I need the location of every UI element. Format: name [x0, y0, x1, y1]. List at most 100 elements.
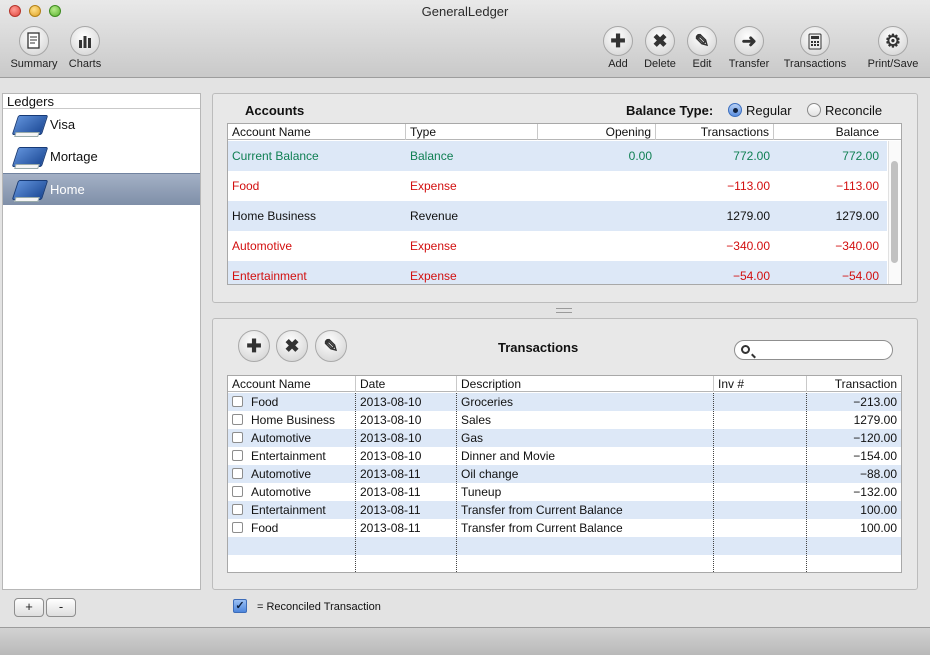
add-transaction-button[interactable]: ✚	[238, 330, 270, 362]
transaction-account-label: Home Business	[251, 413, 336, 427]
add-ledger-button[interactable]: +	[14, 598, 44, 617]
transaction-account-label: Entertainment	[251, 449, 326, 463]
transaction-row[interactable]: Automotive 2013-08-10 Gas −120.00	[228, 429, 901, 447]
account-cell-name: Current Balance	[232, 149, 319, 163]
add-button[interactable]: ✚ Add	[600, 26, 636, 76]
col-account-name[interactable]: Account Name	[228, 376, 356, 392]
charts-label: Charts	[68, 58, 102, 70]
transaction-row[interactable]: Automotive 2013-08-11 Oil change −88.00	[228, 465, 901, 483]
transaction-cell-inv	[714, 447, 807, 465]
reconciled-checkbox[interactable]	[232, 414, 243, 425]
reconciled-checkbox[interactable]	[232, 432, 243, 443]
balance-type-reconcile[interactable]: Reconcile	[807, 103, 882, 118]
transaction-cell-amount: 1279.00	[853, 413, 897, 427]
account-cell-opening	[538, 171, 656, 201]
transaction-cell-amount: −213.00	[853, 395, 897, 409]
account-cell-type: Revenue	[410, 209, 459, 223]
transactions-button[interactable]: Transactions	[780, 26, 850, 76]
sidebar-item-mortage[interactable]: Mortage	[3, 141, 200, 173]
accounts-table[interactable]: Account Name Type Opening Transactions B…	[227, 123, 902, 285]
transaction-cell-account: Entertainment	[228, 447, 356, 465]
col-date[interactable]: Date	[356, 376, 457, 392]
gear-icon: ⚙	[878, 26, 908, 56]
account-cell-balance: 772.00	[842, 149, 879, 163]
transaction-cell-account: Automotive	[228, 483, 356, 501]
transaction-row[interactable]: Entertainment 2013-08-11 Transfer from Cur…	[228, 501, 901, 519]
transaction-row[interactable]: Automotive 2013-08-11 Tuneup −132.00	[228, 483, 901, 501]
transfer-icon: ➜	[734, 26, 764, 56]
remove-ledger-button[interactable]: -	[46, 598, 76, 617]
delete-label: Delete	[644, 58, 676, 70]
edit-label: Edit	[692, 58, 712, 70]
account-cell-type: Expense	[410, 269, 457, 283]
print-save-button[interactable]: ⚙ Print/Save	[864, 26, 922, 76]
account-cell-opening	[538, 201, 656, 231]
account-cell-balance: −340.00	[835, 239, 879, 253]
account-cell-transactions: 772.00	[733, 149, 770, 163]
account-row[interactable]: Automotive Expense −340.00 −340.00	[228, 231, 887, 261]
account-row[interactable]: Current Balance Balance 0.00 772.00 772.00	[228, 141, 887, 171]
account-row[interactable]: Home Business Revenue 1279.00 1279.00	[228, 201, 887, 231]
account-cell-transactions: −340.00	[726, 239, 770, 253]
account-cell-type: Expense	[410, 239, 457, 253]
account-cell-transactions: 1279.00	[726, 209, 770, 223]
delete-transaction-button[interactable]: ✖	[276, 330, 308, 362]
transaction-cell-amount: −154.00	[853, 449, 897, 463]
edit-transaction-button[interactable]: ✎	[315, 330, 347, 362]
account-row[interactable]: Food Expense −113.00 −113.00	[228, 171, 887, 201]
reconciled-checkbox[interactable]	[232, 396, 243, 407]
transactions-search-field[interactable]	[734, 340, 893, 360]
account-cell-name: Home Business	[232, 209, 317, 223]
accounts-table-header: Account Name Type Opening Transactions B…	[228, 124, 901, 140]
transaction-cell-description: Transfer from Current Balance	[461, 521, 623, 535]
reconciled-checkbox[interactable]	[232, 468, 243, 479]
delete-button[interactable]: ✖ Delete	[640, 26, 680, 76]
col-inv-number[interactable]: Inv #	[714, 376, 807, 392]
transaction-account-label: Automotive	[251, 467, 312, 481]
transfer-button[interactable]: ➜ Transfer	[725, 26, 773, 76]
col-balance[interactable]: Balance	[774, 124, 883, 140]
transaction-row[interactable]: Home Business 2013-08-10 Sales 1279.00	[228, 411, 901, 429]
reconciled-checkbox-icon: ✓	[233, 599, 247, 613]
col-transactions[interactable]: Transactions	[656, 124, 774, 140]
transaction-cell-inv	[714, 519, 807, 537]
reconciled-checkbox[interactable]	[232, 504, 243, 515]
edit-icon: ✎	[323, 335, 339, 356]
sidebar-item-visa[interactable]: Visa	[3, 109, 200, 141]
edit-button[interactable]: ✎ Edit	[685, 26, 719, 76]
transaction-account-label: Entertainment	[251, 503, 326, 517]
balance-type-regular[interactable]: Regular	[728, 103, 792, 118]
col-opening[interactable]: Opening	[538, 124, 656, 140]
transaction-row[interactable]: Food 2013-08-11 Transfer from Current Bala…	[228, 519, 901, 537]
accounts-scroll-thumb[interactable]	[891, 161, 898, 263]
transaction-account-label: Automotive	[251, 485, 312, 499]
accounts-scrollbar[interactable]	[888, 141, 901, 284]
column-separator	[806, 393, 807, 572]
col-type[interactable]: Type	[406, 124, 538, 140]
transaction-row[interactable]: Entertainment 2013-08-10 Dinner and Movie −…	[228, 447, 901, 465]
reconciled-checkbox[interactable]	[232, 522, 243, 533]
add-label: Add	[608, 58, 628, 70]
col-account-name[interactable]: Account Name	[228, 124, 406, 140]
print-save-label: Print/Save	[867, 58, 919, 70]
transaction-cell-inv	[714, 429, 807, 447]
reconciled-checkbox[interactable]	[232, 486, 243, 497]
summary-button[interactable]: Summary	[6, 26, 62, 76]
add-icon: ✚	[603, 26, 633, 56]
reconciled-checkbox[interactable]	[232, 450, 243, 461]
col-transaction[interactable]: Transaction	[807, 376, 901, 392]
account-cell-balance: −54.00	[841, 269, 879, 283]
transaction-cell-inv	[714, 393, 807, 411]
transaction-cell-inv	[714, 483, 807, 501]
col-description[interactable]: Description	[457, 376, 714, 392]
account-cell-balance: 1279.00	[835, 209, 879, 223]
transaction-cell-description: Dinner and Movie	[461, 449, 556, 463]
charts-button[interactable]: Charts	[64, 26, 106, 76]
transaction-cell-inv	[714, 411, 807, 429]
split-view-divider-handle[interactable]	[556, 308, 572, 313]
transaction-row[interactable]: Food 2013-08-10 Groceries −213.00	[228, 393, 901, 411]
account-row[interactable]: Entertainment Expense −54.00 −54.00	[228, 261, 887, 284]
transaction-cell-description: Sales	[461, 413, 492, 427]
sidebar-item-home[interactable]: Home	[3, 173, 200, 205]
transactions-table[interactable]: Account Name Date Description Inv # Tran…	[227, 375, 902, 573]
